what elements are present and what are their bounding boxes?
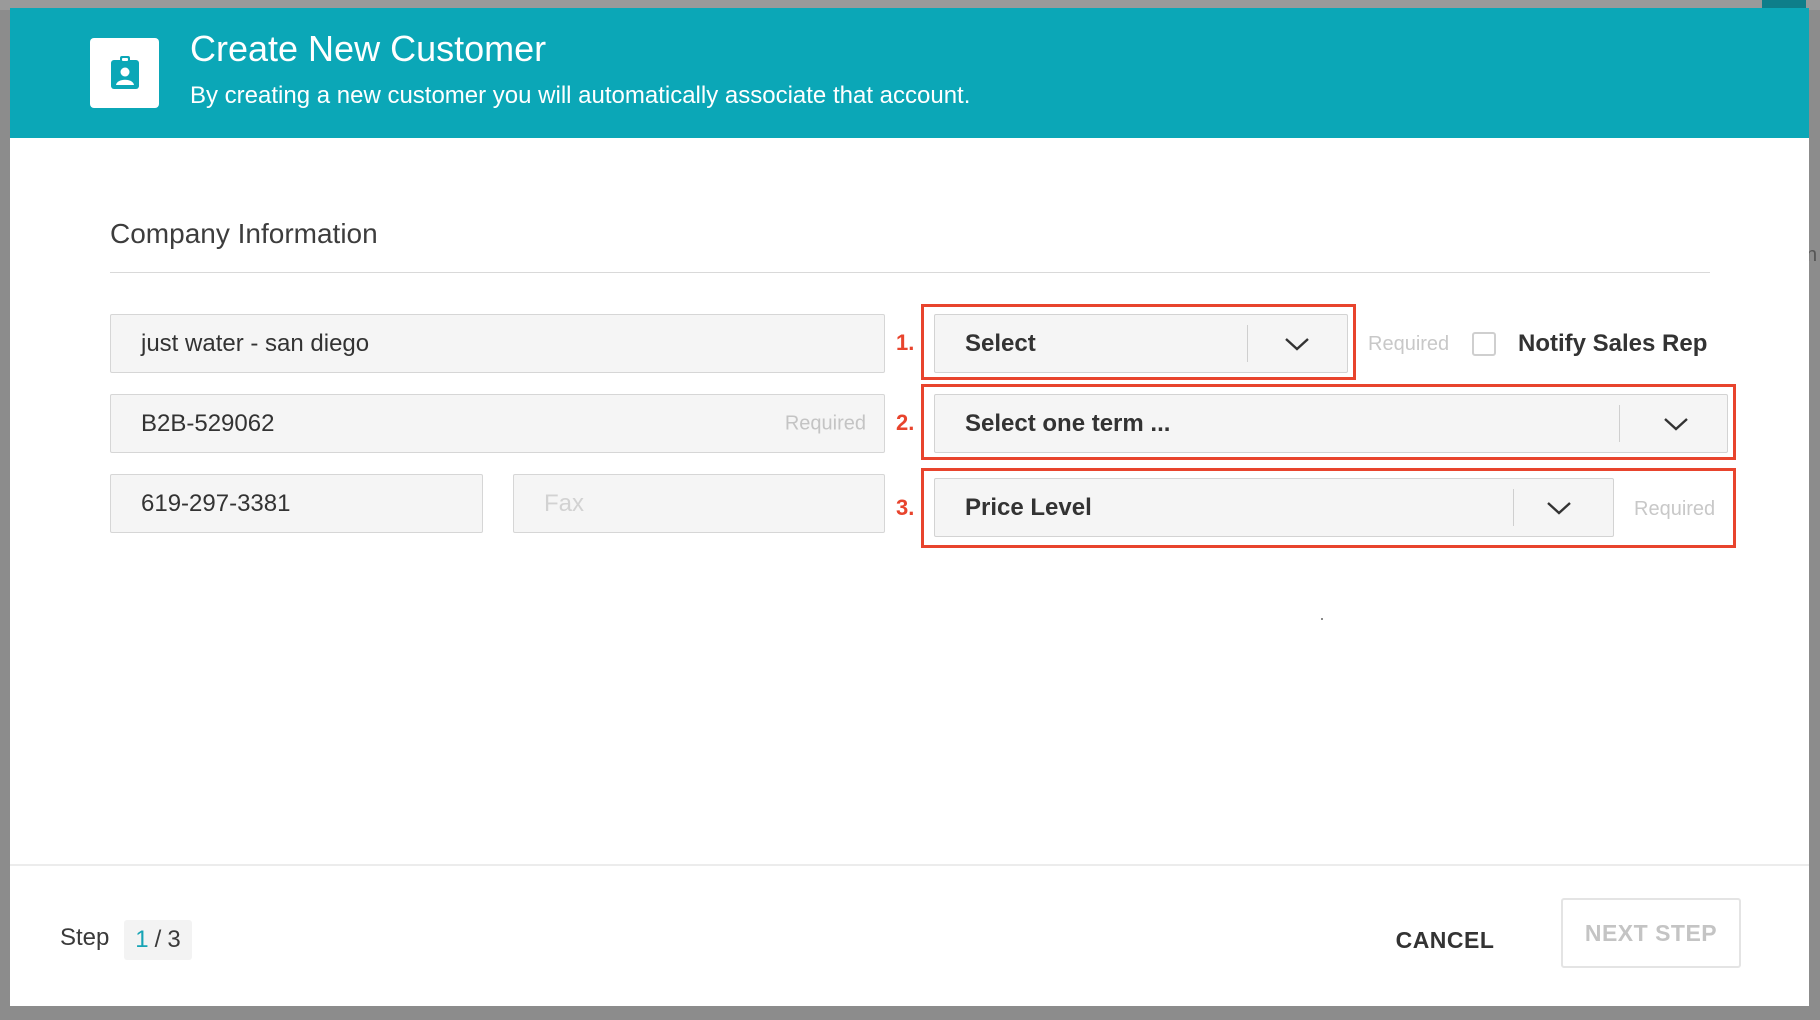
- phone-field[interactable]: 619-297-3381: [110, 474, 483, 533]
- annotation-number-1: 1.: [896, 330, 915, 355]
- account-number-value: B2B-529062: [141, 409, 275, 437]
- select-separator: [1619, 405, 1620, 442]
- step-current: 1: [135, 926, 149, 953]
- company-name-field[interactable]: just water - san diego: [110, 314, 885, 373]
- account-number-required-hint: Required: [784, 412, 866, 434]
- first-select-dropdown[interactable]: Select: [934, 314, 1348, 373]
- dialog-subtitle: By creating a new customer you will auto…: [190, 82, 971, 109]
- select-separator: [1247, 325, 1248, 362]
- price-level-required-hint: Required: [1634, 498, 1716, 520]
- speck: [1321, 618, 1323, 620]
- company-name-value: just water - san diego: [141, 329, 370, 357]
- price-level-select-value: Price Level: [965, 493, 1092, 521]
- chevron-down-icon: [1664, 417, 1688, 431]
- terms-select-value: Select one term ...: [965, 409, 1171, 437]
- section-divider: [110, 272, 1710, 273]
- step-total: 3: [167, 926, 181, 953]
- annotation-number-3: 3.: [896, 495, 915, 520]
- chevron-down-icon: [1547, 501, 1571, 515]
- fax-placeholder: Fax: [544, 489, 585, 517]
- next-step-button[interactable]: NEXT STEP: [1561, 898, 1741, 968]
- create-customer-dialog: Create New Customer By creating a new cu…: [10, 8, 1809, 1006]
- notify-sales-rep-label[interactable]: Notify Sales Rep: [1518, 330, 1707, 358]
- cancel-button[interactable]: CANCEL: [1370, 914, 1520, 966]
- step-label: Step: [60, 924, 110, 951]
- chevron-down-icon: [1285, 337, 1309, 351]
- price-level-select-dropdown[interactable]: Price Level: [934, 478, 1614, 537]
- annotation-number-2: 2.: [896, 410, 915, 435]
- dialog-header: Create New Customer By creating a new cu…: [10, 8, 1809, 138]
- first-select-value: Select: [965, 329, 1036, 357]
- select-separator: [1513, 489, 1514, 526]
- section-title: Company Information: [110, 218, 378, 249]
- step-indicator: 1 / 3: [124, 920, 192, 960]
- dialog-title: Create New Customer: [190, 28, 547, 69]
- first-select-required-hint: Required: [1368, 333, 1450, 355]
- contact-card-icon: [90, 38, 159, 108]
- fax-field[interactable]: Fax: [513, 474, 885, 533]
- account-number-field[interactable]: B2B-529062 Required: [110, 394, 885, 453]
- notify-sales-rep-checkbox[interactable]: [1472, 332, 1496, 356]
- terms-select-dropdown[interactable]: Select one term ...: [934, 394, 1728, 453]
- step-separator: /: [154, 926, 162, 953]
- footer-divider: [10, 864, 1809, 866]
- phone-value: 619-297-3381: [141, 489, 291, 517]
